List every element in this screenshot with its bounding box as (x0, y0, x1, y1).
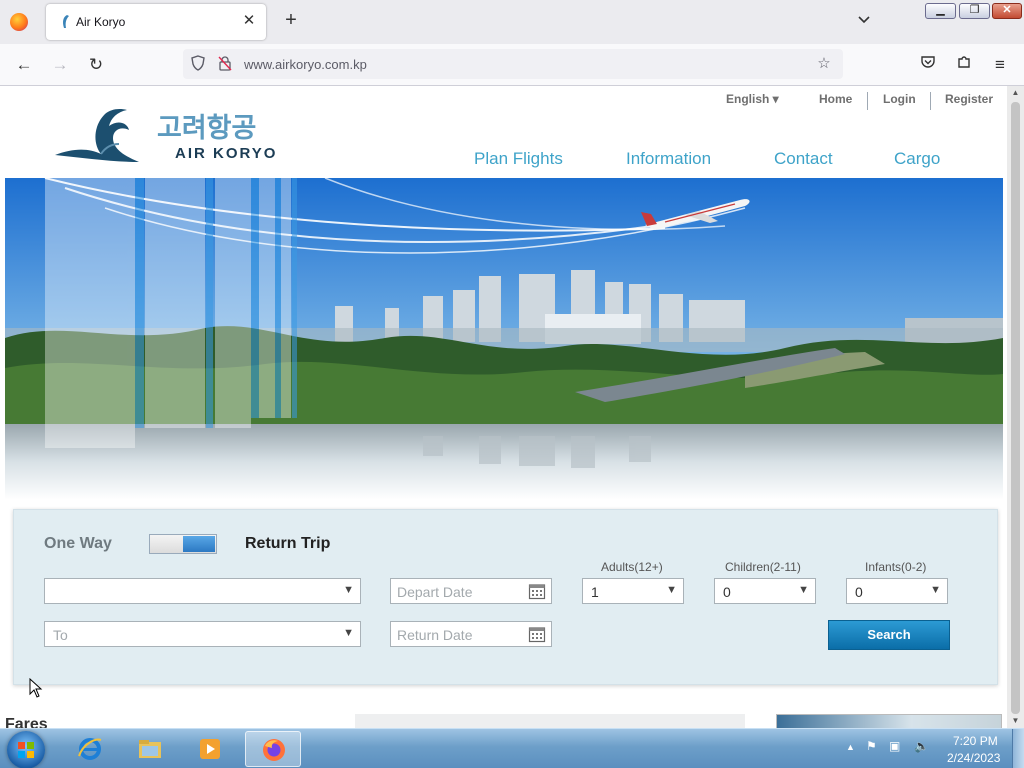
calendar-icon[interactable] (528, 625, 546, 643)
infants-select[interactable]: 0 ▼ (846, 578, 948, 604)
dropdown-arrow-icon: ▼ (343, 627, 354, 639)
address-bar[interactable]: www.airkoryo.com.kp ☆ (183, 49, 843, 79)
firefox-menu-icon[interactable] (10, 13, 28, 31)
browser-tab[interactable]: Air Koryo ✕ (46, 4, 266, 40)
tab-title: Air Koryo (76, 15, 126, 29)
scroll-down-arrow-icon[interactable]: ▼ (1011, 716, 1020, 725)
taskbar-time[interactable]: 7:20 PM (953, 734, 998, 748)
fares-heading: Fares (5, 716, 48, 728)
list-all-tabs-chevron-icon[interactable] (854, 12, 874, 32)
one-way-label[interactable]: One Way (44, 535, 112, 553)
window-close-button[interactable]: ✕ (992, 3, 1022, 19)
language-selector[interactable]: English ▾ (726, 92, 779, 106)
depart-date-placeholder: Depart Date (397, 584, 473, 600)
browser-tab-bar: Air Koryo ✕ + ▁ ❐ ✕ (0, 0, 1024, 44)
return-date-placeholder: Return Date (397, 627, 473, 643)
dropdown-arrow-icon: ▼ (343, 584, 354, 596)
to-select[interactable]: To ▼ (44, 621, 361, 647)
taskbar-firefox[interactable] (245, 731, 301, 767)
from-select[interactable]: ▼ (44, 578, 361, 604)
scroll-up-arrow-icon[interactable]: ▲ (1011, 88, 1020, 97)
media-player-icon (200, 739, 220, 759)
close-tab-icon[interactable]: ✕ (240, 12, 258, 30)
pocket-icon[interactable] (916, 54, 940, 76)
window-maximize-button[interactable]: ❐ (959, 3, 990, 19)
tracking-protection-shield-icon[interactable] (189, 55, 207, 73)
firefox-icon (263, 739, 285, 761)
taskbar-file-explorer[interactable] (122, 731, 178, 767)
network-icon[interactable]: ▣ (889, 739, 900, 753)
register-link[interactable]: Register (945, 92, 993, 106)
taskbar-media-player[interactable] (182, 731, 238, 767)
depart-date-field[interactable]: Depart Date (390, 578, 552, 604)
trip-type-toggle[interactable] (149, 534, 217, 554)
divider (867, 92, 868, 110)
taskbar-internet-explorer[interactable] (62, 731, 118, 767)
action-center-flag-icon[interactable]: ⚑ (866, 739, 877, 753)
home-link[interactable]: Home (819, 92, 852, 106)
dropdown-arrow-icon: ▼ (798, 584, 809, 596)
promo-image[interactable] (776, 714, 1002, 728)
url-text: www.airkoryo.com.kp (244, 57, 367, 72)
folder-icon (139, 740, 161, 758)
nav-cargo[interactable]: Cargo (894, 149, 940, 169)
crane-logo-icon (55, 109, 139, 162)
air-koryo-favicon-icon (63, 15, 69, 28)
show-hidden-icons-icon[interactable]: ▲ (846, 742, 855, 752)
return-trip-label[interactable]: Return Trip (245, 535, 330, 553)
hero-banner-image (5, 178, 1003, 500)
mouse-cursor-icon (29, 678, 43, 698)
air-koryo-logo[interactable]: 고려항공 AIR KORYO (53, 104, 303, 166)
to-placeholder: To (53, 627, 68, 643)
windows-start-button[interactable] (7, 731, 45, 768)
application-menu-icon[interactable]: ≡ (988, 54, 1012, 76)
windows-taskbar: ▲ ⚑ ▣ 🔈 7:20 PM 2/24/2023 (0, 728, 1024, 768)
nav-plan-flights[interactable]: Plan Flights (474, 149, 563, 169)
nav-contact[interactable]: Contact (774, 149, 833, 169)
reload-icon[interactable]: ↻ (84, 54, 108, 76)
login-link[interactable]: Login (883, 92, 916, 106)
taskbar-date[interactable]: 2/24/2023 (947, 751, 1000, 765)
children-select[interactable]: 0 ▼ (714, 578, 816, 604)
logo-text: AIR KORYO (175, 145, 278, 162)
insecure-lock-icon[interactable] (216, 55, 234, 73)
volume-muted-icon[interactable]: 🔈 (914, 739, 929, 753)
system-tray: ▲ ⚑ ▣ 🔈 7:20 PM 2/24/2023 (840, 729, 1024, 768)
adults-value: 1 (591, 584, 599, 600)
infants-value: 0 (855, 584, 863, 600)
dropdown-arrow-icon: ▼ (666, 584, 677, 596)
extensions-puzzle-icon[interactable] (952, 54, 976, 76)
adults-label: Adults(12+) (601, 560, 663, 574)
divider (930, 92, 931, 110)
flight-search-form: One Way Return Trip ▼ To ▼ Depart Date R… (13, 509, 998, 685)
top-links: English ▾ Home Login Register (716, 92, 1000, 110)
infants-label: Infants(0-2) (865, 560, 927, 574)
children-label: Children(2-11) (725, 560, 801, 574)
new-tab-button[interactable]: + (280, 10, 302, 32)
children-value: 0 (723, 584, 731, 600)
windows-logo-icon (18, 742, 34, 758)
back-arrow-icon[interactable]: ← (12, 54, 36, 76)
page-scrollbar[interactable]: ▲ ▼ (1007, 86, 1024, 728)
adults-select[interactable]: 1 ▼ (582, 578, 684, 604)
search-button[interactable]: Search (828, 620, 950, 650)
nav-information[interactable]: Information (626, 149, 711, 169)
window-minimize-button[interactable]: ▁ (925, 3, 956, 19)
calendar-icon[interactable] (528, 582, 546, 600)
web-page: English ▾ Home Login Register 고려항공 AIR K… (0, 86, 1024, 728)
internet-explorer-icon (78, 738, 102, 760)
bookmark-star-icon[interactable]: ☆ (815, 55, 833, 73)
logo-korean-text: 고려항공 (157, 113, 257, 144)
scrollbar-thumb[interactable] (1011, 102, 1020, 714)
toggle-knob (183, 536, 215, 552)
return-date-field[interactable]: Return Date (390, 621, 552, 647)
content-panel (355, 714, 745, 728)
browser-toolbar: ← → ↻ www.airkoryo.com.kp ☆ ≡ (0, 44, 1024, 86)
show-desktop-button[interactable] (1012, 729, 1024, 768)
forward-arrow-icon[interactable]: → (48, 54, 72, 76)
dropdown-arrow-icon: ▼ (930, 584, 941, 596)
